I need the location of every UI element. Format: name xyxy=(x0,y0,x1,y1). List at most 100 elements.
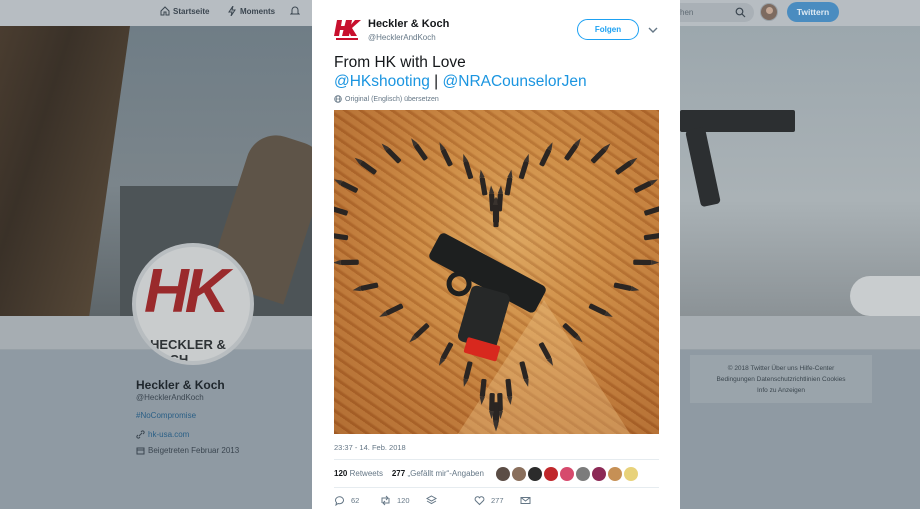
profile-handle: @HecklerAndKoch xyxy=(136,393,204,402)
translate-link[interactable]: Original (Englisch) übersetzen xyxy=(334,95,439,103)
cartridge xyxy=(505,378,513,405)
footer-row-3[interactable]: Info zu Anzeigen xyxy=(690,387,872,394)
retweet-icon xyxy=(381,495,390,506)
cartridge xyxy=(518,153,529,180)
retweets-label[interactable]: Retweets xyxy=(350,469,383,478)
cartridge xyxy=(334,205,348,216)
reply-count: 62 xyxy=(351,496,360,505)
footer-row-1[interactable]: © 2018 Twitter Über uns Hilfe-Center xyxy=(690,365,872,372)
liker-avatars[interactable] xyxy=(495,466,645,482)
cartridge xyxy=(463,361,473,387)
cartridge xyxy=(334,259,359,266)
chevron-down-icon[interactable] xyxy=(648,26,658,34)
profile-name: Heckler & Koch xyxy=(136,378,225,392)
cartridge xyxy=(354,157,377,175)
cartridge xyxy=(352,282,379,292)
tweet-timestamp[interactable]: 23:37 - 14. Feb. 2018 xyxy=(334,443,406,452)
globe-icon xyxy=(334,95,342,103)
cartridge xyxy=(438,342,454,366)
retweets-count[interactable]: 120 xyxy=(334,469,347,478)
cartridge xyxy=(379,303,404,317)
tweet-button[interactable]: Twittern xyxy=(787,2,839,22)
tweet-author-handle[interactable]: @HecklerAndKoch xyxy=(368,33,436,42)
follow-button[interactable]: Folgen xyxy=(577,19,639,40)
heart-of-cartridges xyxy=(334,138,659,432)
author-avatar[interactable] xyxy=(333,17,361,43)
likes-count[interactable]: 277 xyxy=(392,469,405,478)
cartridge xyxy=(519,361,529,387)
profile-joined-label: Beigetreten Februar 2013 xyxy=(148,446,240,455)
cartridge xyxy=(504,169,513,196)
cartridge xyxy=(334,179,358,193)
divider xyxy=(334,487,659,488)
profile-avatar[interactable]: HK HECKLER & KOCH xyxy=(132,243,254,365)
nav-home-label: Startseite xyxy=(173,6,210,16)
stack-button[interactable] xyxy=(426,495,437,506)
mention-nracounselorjen[interactable]: @NRACounselorJen xyxy=(443,73,587,90)
cartridge xyxy=(479,378,487,405)
cartridge xyxy=(615,157,638,175)
cartridge xyxy=(590,143,611,164)
cartridge xyxy=(463,153,474,180)
home-icon xyxy=(160,6,170,16)
user-avatar[interactable] xyxy=(760,3,778,21)
cartridge xyxy=(439,142,453,167)
lightning-icon xyxy=(228,6,236,16)
tweet-text-line: From HK with Love xyxy=(334,54,466,71)
retweet-button[interactable]: 120 xyxy=(380,495,410,506)
tweet-text: From HK with Love @HKshooting | @NRACoun… xyxy=(334,53,587,91)
cartridge xyxy=(538,342,554,366)
tweet-photo[interactable] xyxy=(334,110,659,434)
tweet-modal: Heckler & Koch @HecklerAndKoch Folgen Fr… xyxy=(312,0,680,509)
cartridge xyxy=(562,323,583,343)
cartridge xyxy=(644,205,659,216)
search-placeholder: hen xyxy=(680,8,694,17)
like-button[interactable]: 277 xyxy=(474,495,504,506)
tweet-stats: 120 Retweets 277 „Gefällt mir“-Angaben xyxy=(334,469,484,478)
nav-moments-label: Moments xyxy=(240,6,276,16)
heart-icon xyxy=(474,496,485,506)
cartridge xyxy=(479,169,488,196)
calendar-icon xyxy=(136,447,145,455)
profile-hashtag[interactable]: #NoCompromise xyxy=(136,411,196,420)
cartridge xyxy=(633,259,659,266)
layers-icon xyxy=(426,495,437,505)
footer-links: © 2018 Twitter Über uns Hilfe-Center Bed… xyxy=(690,355,872,403)
search-icon[interactable] xyxy=(735,7,746,18)
link-icon xyxy=(136,430,145,439)
footer-row-2[interactable]: Bedingungen Datenschutzrichtlinien Cooki… xyxy=(690,376,872,383)
mail-icon xyxy=(520,497,531,504)
cartridge xyxy=(588,303,613,317)
mention-separator: | xyxy=(429,73,443,90)
cartridge xyxy=(634,179,658,193)
nav-home[interactable]: Startseite xyxy=(160,6,209,16)
tweet-author-name[interactable]: Heckler & Koch xyxy=(368,18,449,30)
profile-joined: Beigetreten Februar 2013 xyxy=(136,446,239,455)
hk-logo: HK xyxy=(144,257,230,326)
reply-button[interactable]: 62 xyxy=(334,495,359,506)
cartridge xyxy=(409,323,430,343)
nav-notifications[interactable] xyxy=(290,6,300,16)
profile-website-label: hk-usa.com xyxy=(148,430,190,439)
like-count: 277 xyxy=(491,496,504,505)
profile-website[interactable]: hk-usa.com xyxy=(136,430,189,439)
cartridge xyxy=(613,282,640,292)
direct-message-button[interactable] xyxy=(520,495,531,506)
translate-label: Original (Englisch) übersetzen xyxy=(345,95,439,103)
hk-logo-wordmark: HECKLER & KOCH xyxy=(150,337,226,365)
cartridge xyxy=(539,142,553,167)
bell-icon xyxy=(290,6,300,15)
cartridge xyxy=(334,232,349,241)
mention-hkshooting[interactable]: @HKshooting xyxy=(334,73,430,90)
retweet-count: 120 xyxy=(397,496,410,505)
search-input[interactable]: hen xyxy=(668,3,754,22)
cartridge xyxy=(564,138,581,161)
cartridge xyxy=(381,143,402,164)
divider xyxy=(334,459,659,460)
tweet-actions: 62 120 277 xyxy=(334,495,659,509)
nav-moments[interactable]: Moments xyxy=(227,6,275,16)
pistol xyxy=(429,233,546,362)
likes-label[interactable]: „Gefällt mir“-Angaben xyxy=(407,469,483,478)
cartridge xyxy=(411,138,428,161)
cartridge xyxy=(643,232,659,241)
